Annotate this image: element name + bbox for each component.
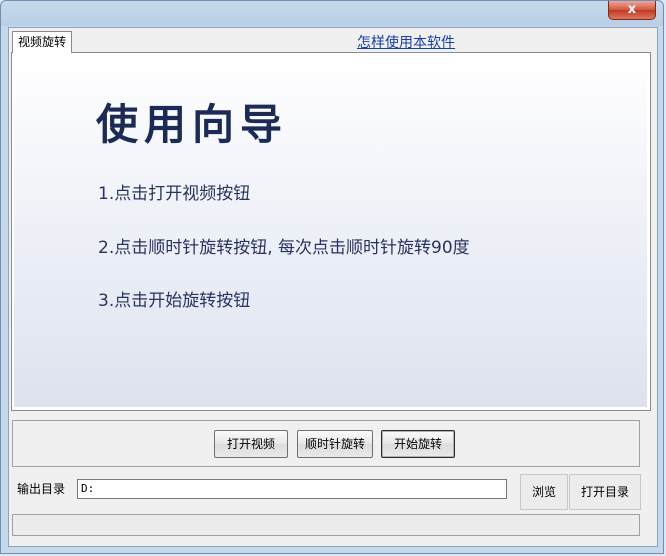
client-area: 视频旋转 怎样使用本软件 使用向导 1.点击打开视频按钮 2.点击顺时针旋转按钮…: [8, 27, 658, 547]
how-to-use-link[interactable]: 怎样使用本软件: [357, 34, 455, 52]
output-dir-input[interactable]: D:: [77, 479, 507, 499]
close-icon: x: [627, 2, 637, 17]
tab-panel: 使用向导 1.点击打开视频按钮 2.点击顺时针旋转按钮, 每次点击顺时针旋转90…: [11, 52, 651, 411]
output-dir-label: 输出目录: [17, 482, 66, 496]
open-directory-button[interactable]: 打开目录: [569, 474, 641, 510]
usage-guide-panel: 使用向导 1.点击打开视频按钮 2.点击顺时针旋转按钮, 每次点击顺时针旋转90…: [14, 55, 647, 407]
guide-title: 使用向导: [96, 100, 289, 149]
close-button[interactable]: x: [608, 1, 656, 20]
open-video-button[interactable]: 打开视频: [214, 430, 288, 458]
guide-step-2: 2.点击顺时针旋转按钮, 每次点击顺时针旋转90度: [98, 238, 470, 258]
start-rotate-button[interactable]: 开始旋转: [381, 430, 455, 458]
browse-button[interactable]: 浏览: [520, 474, 568, 510]
guide-step-3: 3.点击开始旋转按钮: [98, 291, 251, 311]
action-button-group: 打开视频 顺时针旋转 开始旋转: [12, 420, 640, 467]
status-bar: [12, 514, 640, 536]
app-window: x 视频旋转 怎样使用本软件 使用向导 1.点击打开视频按钮 2.点击顺时针旋转…: [0, 0, 664, 554]
tab-video-rotate[interactable]: 视频旋转: [12, 31, 72, 53]
guide-step-1: 1.点击打开视频按钮: [98, 184, 251, 204]
rotate-clockwise-button[interactable]: 顺时针旋转: [297, 430, 373, 458]
